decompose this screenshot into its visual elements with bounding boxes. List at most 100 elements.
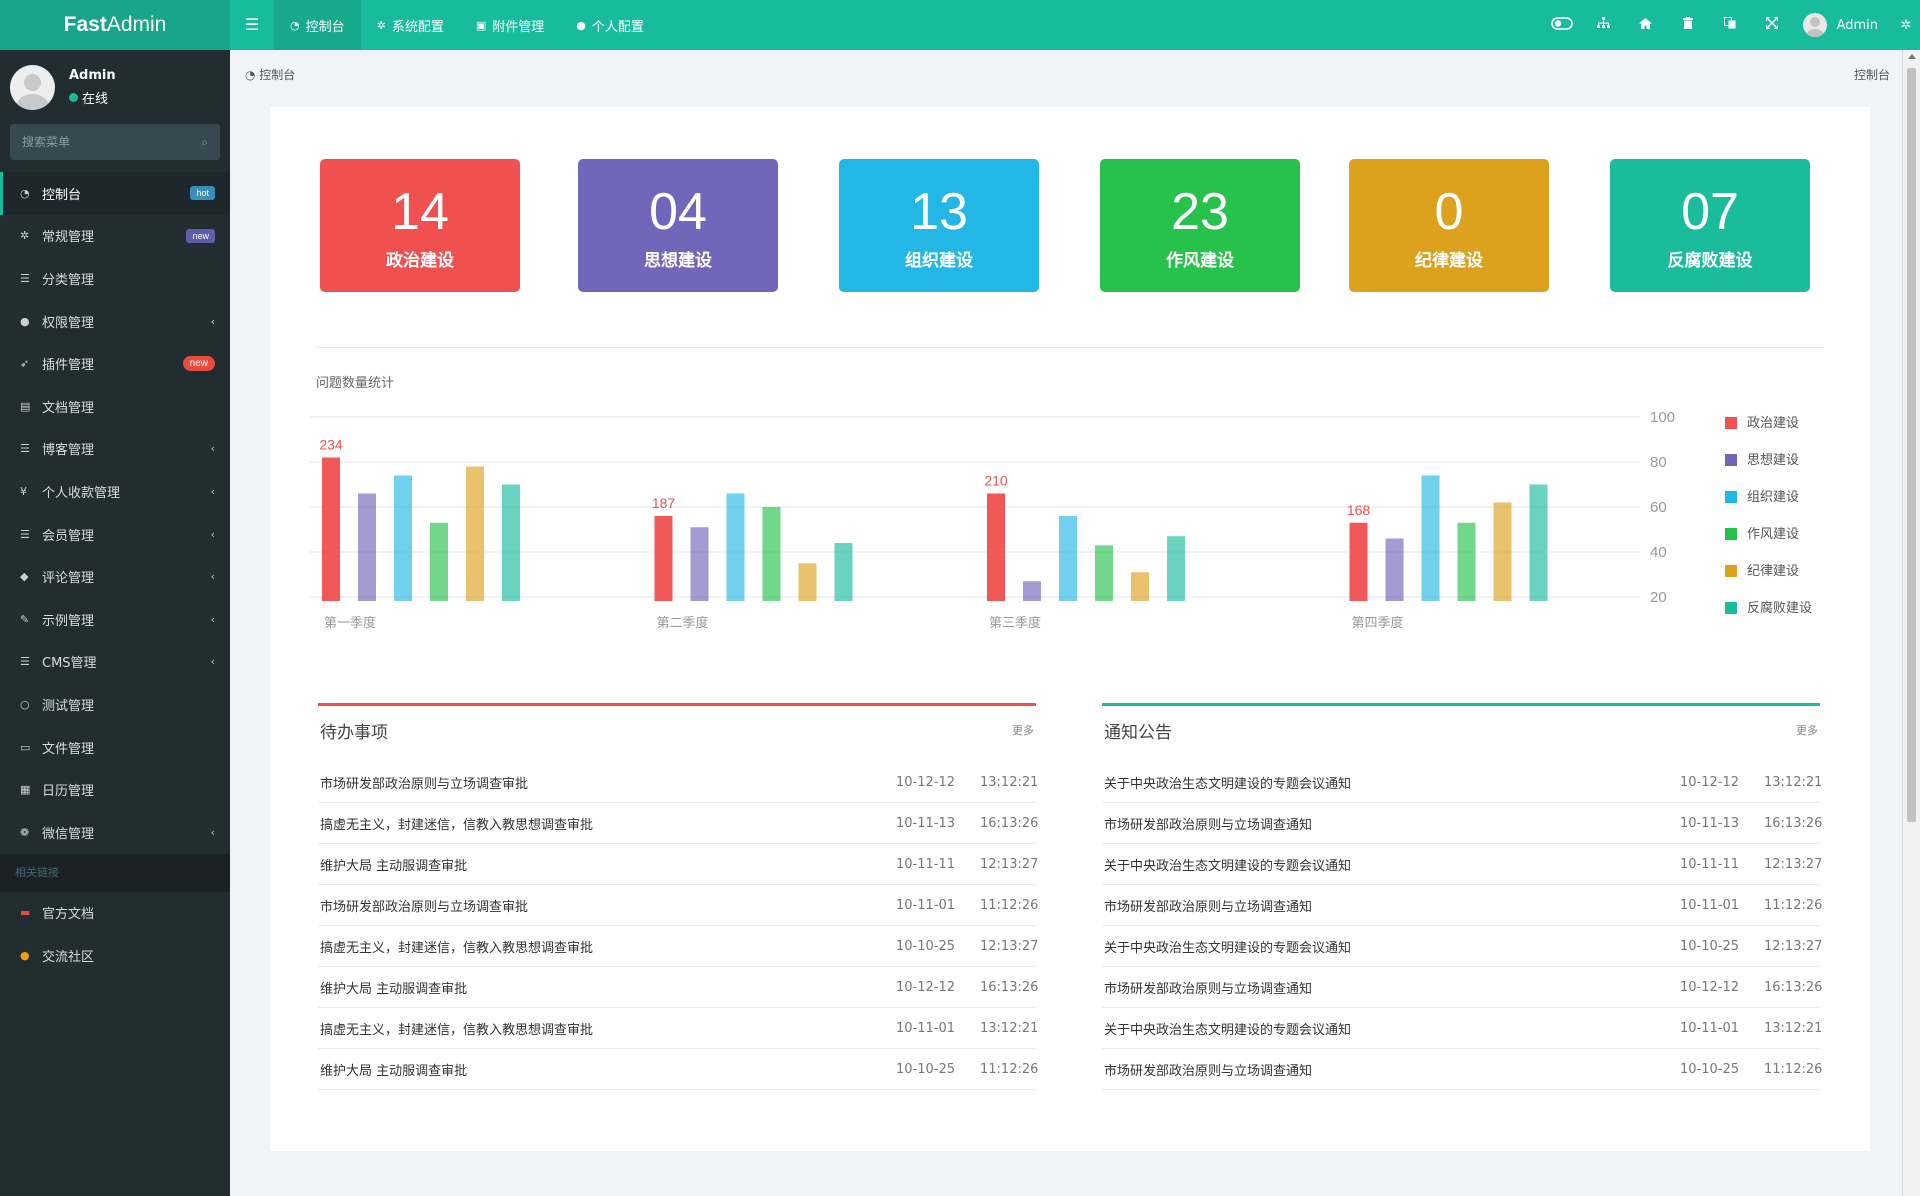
breadcrumb: ◔ 控制台 控制台 <box>230 50 1902 98</box>
list-item[interactable]: 搞虚无主义，封建迷信，信教入教思想调查审批 10-11-01 13:12:21 <box>318 1008 1038 1049</box>
stat-card[interactable]: 0 纪律建设 <box>1349 159 1549 292</box>
list-item[interactable]: 维护大局 主动服调查审批 10-12-12 16:13:26 <box>318 967 1039 1008</box>
menu-icon[interactable]: ☰ <box>230 0 274 50</box>
sidebar-item-addon[interactable]: ➶ 插件管理 new <box>0 342 230 385</box>
dashboard-panel: 14 政治建设 04 思想建设 13 组织建设 23 作风建设 0 纪律建设 07 反腐败建… <box>270 107 1870 1151</box>
app-logo[interactable]: FastAdmin <box>0 0 230 50</box>
item-date: 10-11-01 <box>896 1020 956 1036</box>
list-item[interactable]: 市场研发部政治原则与立场调查通知 10-10-25 11:12:26 <box>1102 1049 1822 1090</box>
sidebar-item-blog[interactable]: ☰ 博客管理 ‹ <box>0 428 230 471</box>
sidebar-item-cms[interactable]: ☰ CMS管理 ‹ <box>0 641 230 684</box>
sidebar-item-docs[interactable]: ▤ 文档管理 <box>0 385 230 428</box>
item-time: 16:13:26 <box>980 815 1039 831</box>
sidebar-item-general[interactable]: ✲ 常规管理 new <box>0 215 230 258</box>
item-title: 市场研发部政治原则与立场调查通知 <box>1104 899 1313 915</box>
list-item[interactable]: 维护大局 主动服调查审批 10-11-11 12:13:27 <box>318 844 1038 885</box>
notice-list: 关于中央政治生态文明建设的专题会议通知 10-12-12 13:12:21 市场研发部… <box>1102 762 1823 1090</box>
scroll-up-icon[interactable] <box>1908 54 1916 59</box>
top-right-tools: Admin ✲ <box>1541 0 1920 50</box>
list-item[interactable]: 关于中央政治生态文明建设的专题会议通知 10-11-01 13:12:21 <box>1102 1008 1823 1049</box>
tab-profile[interactable]: ● 个人配置 <box>560 0 660 50</box>
notice-panel: 通知公告 更多 关于中央政治生态文明建设的专题会议通知 10-12-12 13:12:… <box>1102 703 1823 1090</box>
chevron-left-icon: ‹ <box>210 825 215 839</box>
notice-more-link[interactable]: 更多 <box>1796 722 1818 738</box>
list-item[interactable]: 关于中央政治生态文明建设的专题会议通知 10-12-12 13:12:21 <box>1102 762 1822 803</box>
legend-swatch <box>1725 491 1737 503</box>
item-time: 16:13:26 <box>1764 815 1823 831</box>
chart-bar <box>1529 484 1548 601</box>
sidebar-link-community[interactable]: ● 交流社区 <box>0 934 230 977</box>
menu-search-input[interactable] <box>22 135 202 149</box>
list-item[interactable]: 市场研发部政治原则与立场调查通知 10-12-12 16:13:26 <box>1102 967 1822 1008</box>
list-icon: ☰ <box>20 527 30 541</box>
item-time: 11:12:26 <box>980 1061 1039 1077</box>
sitemap-icon[interactable] <box>1583 17 1625 33</box>
item-time: 16:13:26 <box>980 979 1039 995</box>
item-title: 搞虚无主义，封建迷信，信教入教思想调查审批 <box>320 940 594 956</box>
item-title: 维护大局 主动服调查审批 <box>320 858 468 874</box>
sidebar-item-files[interactable]: ▭ 文件管理 <box>0 726 230 769</box>
list-item[interactable]: 关于中央政治生态文明建设的专题会议通知 10-11-11 12:13:27 <box>1102 844 1822 885</box>
home-icon[interactable] <box>1625 17 1667 33</box>
chart-bar <box>1457 522 1476 601</box>
sidebar-item-category[interactable]: ☰ 分类管理 <box>0 257 230 300</box>
stat-card[interactable]: 23 作风建设 <box>1100 159 1300 292</box>
tab-dashboard[interactable]: ◔ 控制台 <box>274 0 361 50</box>
sidebar-item-payment[interactable]: ¥ 个人收款管理 ‹ <box>0 470 230 513</box>
avatar <box>1802 13 1827 37</box>
list-item[interactable]: 市场研发部政治原则与立场调查通知 10-11-13 16:13:26 <box>1102 803 1823 844</box>
sidebar-item-comments[interactable]: ◆ 评论管理 ‹ <box>0 555 230 598</box>
tab-system-config[interactable]: ✲ 系统配置 <box>361 0 460 50</box>
toggle-icon[interactable] <box>1541 16 1583 34</box>
user-menu[interactable]: Admin <box>1793 13 1892 37</box>
list-item[interactable]: 市场研发部政治原则与立场调查通知 10-11-01 11:12:26 <box>1102 885 1822 926</box>
bar-data-label: 234 <box>319 437 343 453</box>
sidebar: Admin 在线 ⌕ ◔控制台hot ✲常规管理new ☰分类管理 ●权限管理‹… <box>0 50 230 1196</box>
divider <box>316 347 1824 348</box>
breadcrumb-current[interactable]: 控制台 <box>259 68 295 82</box>
user-status: 在线 <box>69 88 116 107</box>
todo-more-link[interactable]: 更多 <box>1012 722 1034 738</box>
stat-card[interactable]: 14 政治建设 <box>320 159 520 292</box>
sidebar-item-wechat[interactable]: ❁ 微信管理 ‹ <box>0 811 230 854</box>
bar-data-label: 187 <box>652 495 676 511</box>
scrollbar[interactable] <box>1902 50 1920 1196</box>
list-item[interactable]: 市场研发部政治原则与立场调查审批 10-12-12 13:12:21 <box>318 762 1038 803</box>
list-item[interactable]: 搞虚无主义，封建迷信，信教入教思想调查审批 10-11-13 16:13:26 <box>318 803 1039 844</box>
tab-attachments[interactable]: ▣ 附件管理 <box>460 0 560 50</box>
fullscreen-icon[interactable] <box>1751 17 1793 33</box>
hot-badge: hot <box>190 186 215 201</box>
list-item[interactable]: 关于中央政治生态文明建设的专题会议通知 10-10-25 12:13:27 <box>1102 926 1822 967</box>
item-title: 关于中央政治生态文明建设的专题会议通知 <box>1104 940 1352 956</box>
sidebar-item-dashboard[interactable]: ◔ 控制台 hot <box>0 172 230 215</box>
cogs-icon[interactable]: ✲ <box>1892 18 1920 33</box>
sidebar-link-docs[interactable]: ▬ 官方文档 <box>0 892 230 935</box>
stat-card[interactable]: 07 反腐败建设 <box>1610 159 1810 292</box>
sidebar-item-test[interactable]: ○ 测试管理 <box>0 683 230 726</box>
translate-icon[interactable] <box>1709 17 1751 33</box>
sidebar-item-examples[interactable]: ✎ 示例管理 ‹ <box>0 598 230 641</box>
sidebar-item-member[interactable]: ☰ 会员管理 ‹ <box>0 513 230 556</box>
stat-card[interactable]: 04 思想建设 <box>578 159 778 292</box>
sidebar-item-calendar[interactable]: ▦ 日历管理 <box>0 768 230 811</box>
chart-bar <box>1059 516 1077 601</box>
list-item[interactable]: 维护大局 主动服调查审批 10-10-25 11:12:26 <box>318 1049 1039 1090</box>
rocket-icon: ➶ <box>20 357 30 371</box>
trash-icon[interactable] <box>1667 17 1709 33</box>
item-time: 13:12:21 <box>1764 1020 1823 1036</box>
list-item[interactable]: 市场研发部政治原则与立场调查审批 10-11-01 11:12:26 <box>318 885 1038 926</box>
y-tick-label: 80 <box>1650 454 1667 471</box>
stat-card[interactable]: 13 组织建设 <box>839 159 1039 292</box>
todo-list: 市场研发部政治原则与立场调查审批 10-12-12 13:12:21 搞虚无主义，封建… <box>318 762 1039 1090</box>
search-icon[interactable]: ⌕ <box>201 135 208 150</box>
item-date: 10-12-12 <box>896 979 956 995</box>
item-date: 10-12-12 <box>896 774 956 790</box>
item-date: 10-11-01 <box>1680 897 1740 913</box>
item-time: 12:13:27 <box>980 938 1039 954</box>
chart-title: 问题数量统计 <box>316 376 395 391</box>
yen-icon: ¥ <box>20 484 27 498</box>
list-item[interactable]: 搞虚无主义，封建迷信，信教入教思想调查审批 10-10-25 12:13:27 <box>318 926 1039 967</box>
scrollbar-thumb[interactable] <box>1907 68 1916 822</box>
item-date: 10-11-13 <box>896 815 956 831</box>
sidebar-item-auth[interactable]: ● 权限管理 ‹ <box>0 300 230 343</box>
